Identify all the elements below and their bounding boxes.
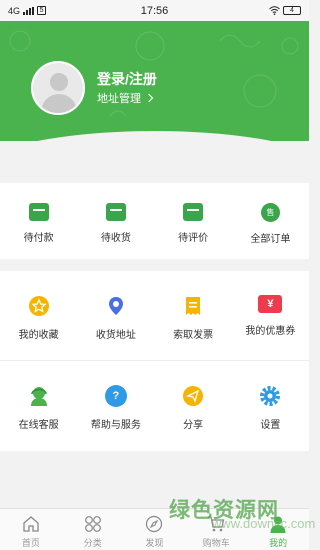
order-all[interactable]: 售 全部订单 (232, 183, 309, 259)
home-icon (23, 516, 39, 532)
services-grid: 我的收藏 收货地址 索取发票 ¥ 我的优惠券 在线客服 ? 帮助与服务 分享 设… (0, 271, 309, 451)
service-online-support[interactable]: 在线客服 (0, 361, 77, 450)
help-symbol: ? (112, 390, 120, 402)
order-label: 待付款 (23, 233, 54, 244)
star-icon (28, 296, 49, 316)
clock: 17:56 (140, 4, 169, 17)
services-row: 我的收藏 收货地址 索取发票 ¥ 我的优惠券 (0, 271, 309, 361)
avatar[interactable] (31, 61, 85, 115)
service-settings[interactable]: 设置 (232, 361, 309, 450)
service-favorites[interactable]: 我的收藏 (0, 271, 77, 361)
avatar-body (41, 94, 77, 113)
login-register-link[interactable]: 登录/注册 (97, 69, 157, 89)
customer-service-icon (30, 387, 47, 406)
address-management-label: 地址管理 (97, 93, 141, 105)
review-icon (183, 203, 204, 221)
services-row: 在线客服 ? 帮助与服务 分享 设置 (0, 360, 309, 450)
avatar-head (50, 73, 68, 91)
tab-label: 购物车 (202, 538, 230, 548)
service-label: 索取发票 (173, 330, 214, 341)
status-bar: 4G 5 17:56 4 (0, 0, 309, 21)
tab-discover[interactable]: 发现 (124, 509, 186, 550)
cart-icon (208, 516, 225, 532)
tab-label: 我的 (269, 538, 288, 548)
service-address[interactable]: 收货地址 (77, 271, 154, 361)
package-icon (105, 203, 126, 221)
service-help[interactable]: ? 帮助与服务 (77, 361, 154, 450)
service-label: 分享 (183, 420, 204, 431)
service-label: 收货地址 (95, 330, 136, 341)
help-icon: ? (104, 385, 127, 407)
service-share[interactable]: 分享 (155, 361, 232, 450)
wallet-icon (28, 203, 49, 221)
tab-mine[interactable]: 我的 (247, 509, 309, 550)
invoice-icon (186, 297, 201, 315)
category-icon (84, 516, 101, 532)
service-label: 设置 (260, 420, 281, 431)
profile-header: 登录/注册 地址管理 (0, 21, 309, 141)
tab-label: 分类 (83, 538, 102, 548)
service-invoice[interactable]: 索取发票 (155, 271, 232, 361)
chevron-right-icon (144, 93, 154, 103)
share-icon (183, 386, 204, 406)
tab-category[interactable]: 分类 (62, 509, 124, 550)
battery-icon: 4 (283, 6, 301, 15)
order-pending-receipt[interactable]: 待收货 (77, 183, 154, 259)
order-pending-payment[interactable]: 待付款 (0, 183, 77, 259)
tab-home[interactable]: 首页 (0, 509, 62, 550)
bottom-tab-bar: 首页 分类 发现 购物车 我的 (0, 508, 309, 550)
sale-icon: 售 (260, 203, 280, 222)
gear-icon (260, 386, 281, 406)
order-shortcuts: 待付款 待收货 待评价 售 全部订单 (0, 183, 309, 259)
tab-cart[interactable]: 购物车 (185, 509, 247, 550)
order-label: 全部订单 (250, 234, 291, 245)
address-management-link[interactable]: 地址管理 (97, 90, 154, 106)
coupon-icon: ¥ (258, 295, 283, 313)
tab-label: 发现 (145, 538, 164, 548)
location-pin-icon (108, 297, 123, 315)
order-label: 待评价 (178, 233, 209, 244)
service-coupons[interactable]: ¥ 我的优惠券 (232, 271, 309, 361)
compass-icon (146, 515, 163, 533)
tab-label: 首页 (21, 538, 40, 548)
service-label: 我的优惠券 (245, 326, 296, 337)
service-label: 我的收藏 (18, 330, 59, 341)
service-label: 在线客服 (18, 420, 59, 431)
user-icon (270, 516, 286, 533)
order-label: 待收货 (100, 233, 131, 244)
service-label: 帮助与服务 (90, 420, 141, 431)
coupon-symbol: ¥ (267, 298, 274, 310)
order-pending-review[interactable]: 待评价 (155, 183, 232, 259)
